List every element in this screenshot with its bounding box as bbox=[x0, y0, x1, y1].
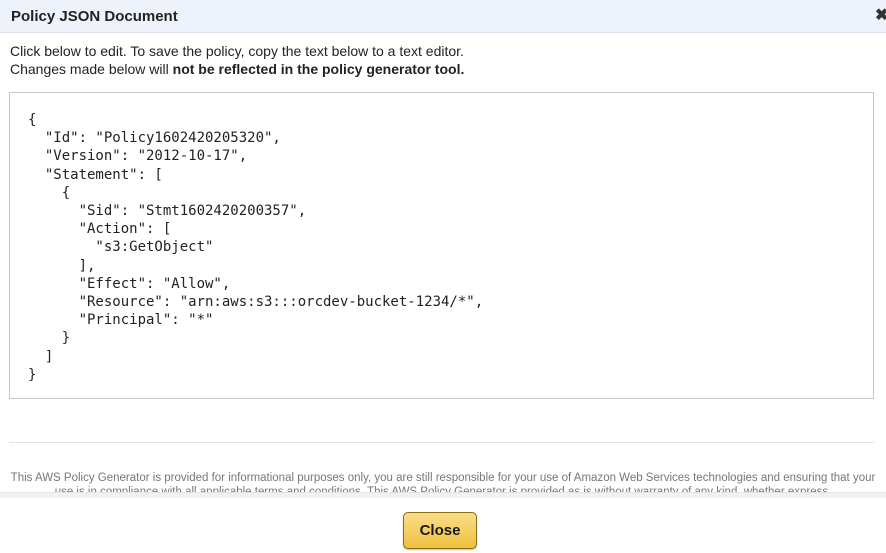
policy-json-editor[interactable]: { "Id": "Policy1602420205320", "Version"… bbox=[9, 92, 874, 399]
dialog-titlebar: Policy JSON Document ✖ bbox=[0, 0, 886, 33]
close-x-icon[interactable]: ✖ bbox=[875, 8, 886, 24]
dialog-title: Policy JSON Document bbox=[11, 8, 178, 25]
policy-json-dialog: Policy JSON Document ✖ Click below to ed… bbox=[0, 0, 886, 553]
instructions-line-2: Changes made below will not be reflected… bbox=[10, 60, 464, 78]
close-button[interactable]: Close bbox=[403, 512, 477, 549]
instructions-line-2-bold: not be reflected in the policy generator… bbox=[172, 61, 465, 77]
instructions-line-2-prefix: Changes made below will bbox=[10, 61, 173, 77]
instructions-line-1: Click below to edit. To save the policy,… bbox=[10, 43, 464, 59]
dialog-footer: Close bbox=[0, 498, 886, 553]
disclaimer-text: This AWS Policy Generator is provided fo… bbox=[10, 472, 876, 492]
instructions: Click below to edit. To save the policy,… bbox=[10, 42, 464, 78]
policy-json-text[interactable]: { "Id": "Policy1602420205320", "Version"… bbox=[28, 111, 873, 384]
divider bbox=[9, 442, 874, 443]
